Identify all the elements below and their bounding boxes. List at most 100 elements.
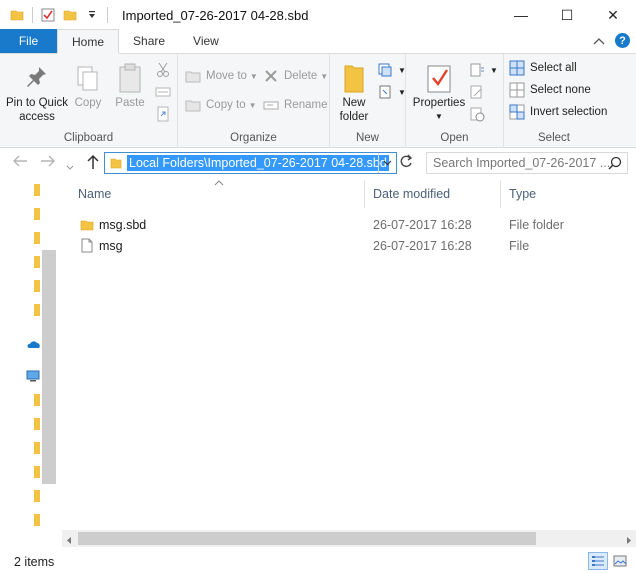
- folder-icon[interactable]: [34, 256, 42, 268]
- customize-toolbar-dropdown[interactable]: [81, 4, 103, 26]
- minimize-button[interactable]: —: [498, 0, 544, 30]
- column-header-date-modified[interactable]: Date modified: [373, 180, 450, 208]
- clipboard-label: Clipboard: [63, 132, 114, 144]
- chevron-down-icon: ▼: [398, 87, 406, 97]
- history-button[interactable]: [468, 104, 490, 124]
- folder-icon[interactable]: [34, 232, 42, 244]
- paste-icon: [110, 60, 150, 94]
- horizontal-scroll-thumb[interactable]: [78, 532, 536, 545]
- up-arrow-icon[interactable]: [86, 154, 100, 173]
- pin-to-quick-access-button[interactable]: Pin to Quick access: [6, 60, 68, 124]
- scroll-right-icon[interactable]: [626, 534, 632, 548]
- maximize-button[interactable]: ☐: [544, 0, 590, 30]
- chevron-down-icon: ▼: [320, 71, 329, 81]
- new-folder-quick-icon[interactable]: [59, 4, 81, 26]
- column-divider[interactable]: [364, 180, 365, 208]
- help-icon[interactable]: ?: [615, 33, 630, 48]
- chevron-down-icon[interactable]: [378, 153, 396, 173]
- column-header-name[interactable]: Name: [78, 180, 111, 208]
- folder-icon[interactable]: [34, 514, 42, 526]
- select-all-label: Select all: [530, 62, 577, 74]
- clipboard-group: Pin to Quick access Copy Paste Clipboard: [0, 54, 178, 148]
- back-arrow-icon[interactable]: [12, 154, 28, 171]
- tab-home[interactable]: Home: [57, 29, 120, 54]
- paste-shortcut-icon: [154, 105, 172, 123]
- horizontal-scrollbar[interactable]: [62, 530, 636, 547]
- forward-arrow-icon[interactable]: [40, 154, 56, 171]
- paste-button[interactable]: Paste: [110, 60, 150, 110]
- paste-shortcut-button[interactable]: [154, 104, 176, 124]
- navigation-bar: Local Folders\Imported_07-26-2017 04-28.…: [0, 148, 636, 178]
- window-controls: — ☐ ✕: [498, 0, 636, 30]
- new-folder-button[interactable]: New folder: [334, 60, 374, 124]
- copy-button[interactable]: Copy: [70, 60, 106, 110]
- chevron-down-icon: ▼: [398, 65, 406, 75]
- tab-view[interactable]: View: [179, 29, 233, 53]
- edit-icon: [468, 83, 486, 101]
- folder-icon[interactable]: [34, 208, 42, 220]
- tab-file[interactable]: File: [0, 29, 57, 53]
- search-input[interactable]: Search Imported_07-26-2017 ...: [433, 156, 609, 170]
- folder-icon[interactable]: [34, 466, 42, 478]
- copy-to-button[interactable]: Copy to ▼: [184, 95, 257, 115]
- address-path[interactable]: Local Folders\Imported_07-26-2017 04-28.…: [127, 155, 389, 171]
- column-header-type[interactable]: Type: [509, 180, 536, 208]
- select-all-icon: [508, 59, 526, 77]
- separator: [107, 7, 108, 23]
- refresh-icon[interactable]: [399, 154, 413, 171]
- edit-button[interactable]: [468, 82, 490, 102]
- select-label: Select: [538, 132, 570, 144]
- chevron-up-icon[interactable]: [593, 34, 605, 48]
- select-none-label: Select none: [530, 84, 591, 96]
- select-all-button[interactable]: Select all: [508, 58, 577, 78]
- folder-icon[interactable]: [34, 184, 42, 196]
- search-icon[interactable]: [608, 156, 622, 173]
- select-group: Select all Select none Invert selection …: [504, 54, 607, 148]
- column-divider[interactable]: [500, 180, 501, 208]
- properties-quick-icon[interactable]: [37, 4, 59, 26]
- folder-icon: [80, 218, 94, 235]
- new-group: New folder ▼ ▼ New: [330, 54, 406, 148]
- folder-icon[interactable]: [34, 418, 42, 430]
- folder-icon[interactable]: [34, 394, 42, 406]
- scissors-icon: [154, 61, 172, 79]
- folder-icon[interactable]: [34, 280, 42, 292]
- file-name[interactable]: msg: [99, 239, 123, 253]
- select-none-button[interactable]: Select none: [508, 80, 591, 100]
- copy-path-button[interactable]: [154, 82, 176, 102]
- new-label: New: [355, 132, 379, 144]
- move-to-button[interactable]: Move to ▼: [184, 66, 258, 86]
- close-button[interactable]: ✕: [590, 0, 636, 30]
- rename-button[interactable]: Rename: [262, 95, 327, 115]
- invert-selection-button[interactable]: Invert selection: [508, 102, 607, 122]
- folder-icon[interactable]: [34, 304, 42, 316]
- move-to-icon: [184, 67, 202, 85]
- chevron-down-icon: ▼: [490, 65, 498, 75]
- scroll-left-icon[interactable]: [66, 534, 72, 548]
- recent-locations-chevron-icon[interactable]: [66, 158, 74, 174]
- this-pc-icon[interactable]: [26, 370, 40, 385]
- details-view-icon[interactable]: [588, 552, 608, 570]
- item-count: 2 items: [14, 554, 55, 569]
- table-row[interactable]: msg.sbd 26-07-2017 16:28 File folder: [62, 215, 622, 235]
- open-button[interactable]: ▼: [468, 60, 498, 80]
- invert-selection-icon: [508, 103, 526, 121]
- table-row[interactable]: msg 26-07-2017 16:28 File: [62, 236, 622, 256]
- properties-button[interactable]: Properties ▼: [412, 60, 466, 124]
- organize-label: Organize: [230, 132, 277, 144]
- file-name[interactable]: msg.sbd: [99, 218, 146, 232]
- cut-button[interactable]: [154, 60, 176, 80]
- delete-button[interactable]: Delete ▼: [262, 66, 328, 86]
- folder-icon[interactable]: [34, 442, 42, 454]
- file-type: File folder: [509, 218, 564, 232]
- address-bar[interactable]: Local Folders\Imported_07-26-2017 04-28.…: [104, 152, 397, 174]
- new-folder-icon: [334, 60, 374, 94]
- new-item-button[interactable]: ▼: [376, 60, 406, 80]
- tab-share[interactable]: Share: [119, 29, 179, 53]
- onedrive-icon[interactable]: [26, 338, 40, 352]
- folder-icon[interactable]: [34, 490, 42, 502]
- search-box[interactable]: Search Imported_07-26-2017 ...: [426, 152, 628, 174]
- easy-access-button[interactable]: ▼: [376, 82, 406, 102]
- large-icons-view-icon[interactable]: [610, 552, 630, 570]
- navigation-pane-scrollbar[interactable]: [42, 250, 56, 484]
